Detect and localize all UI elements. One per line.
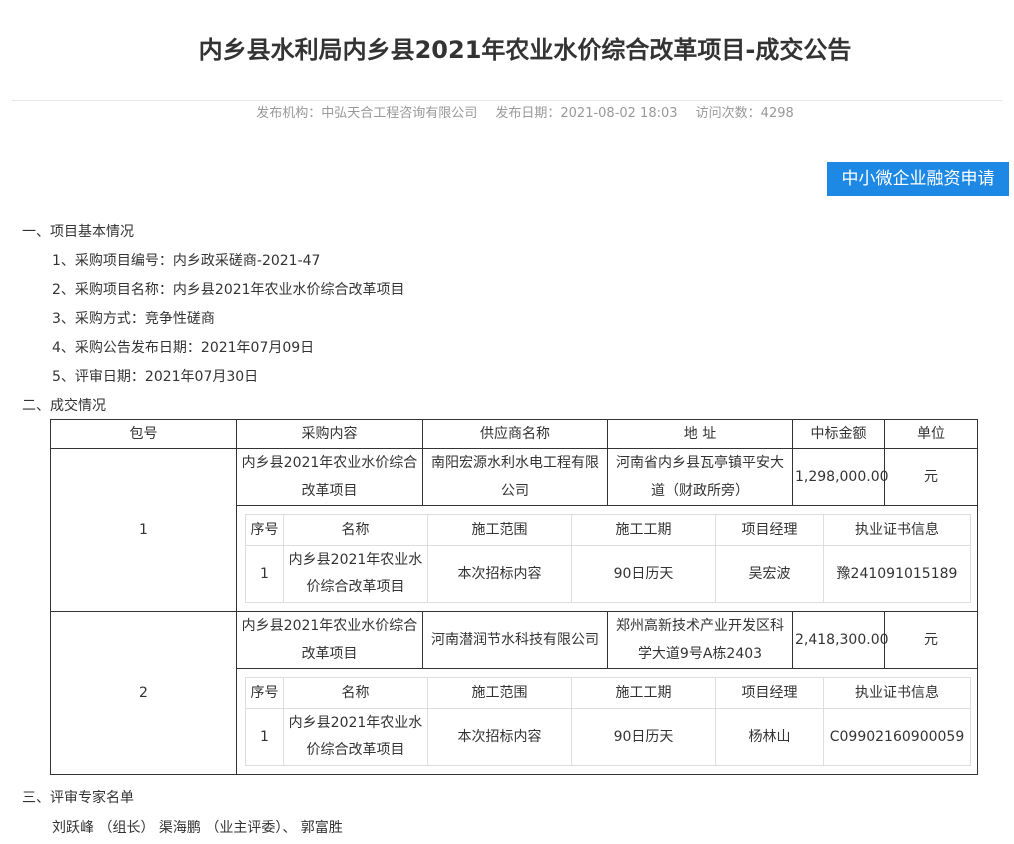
detail-name: 内乡县2021年农业水价综合改革项目 [283,545,428,603]
section3-heading: 三、评审专家名单 [22,790,134,806]
detail-header: 序号 名称 施工范围 施工工期 项目经理 执业证书信息 [245,514,971,546]
meta-info: 发布机构：中弘天合工程咨询有限公司 发布日期：2021-08-02 18:03 … [0,102,1014,121]
detail-name: 内乡县2021年农业水价综合改革项目 [283,708,428,766]
detail-header-manager: 项目经理 [715,514,824,546]
page-title: 内乡县水利局内乡县2021年农业水价综合改革项目-成交公告 [198,36,852,64]
detail-header-manager: 项目经理 [715,677,824,709]
package-address: 河南省内乡县瓦亭镇平安大道（财政所旁） [607,448,793,506]
detail-header-name: 名称 [283,514,428,546]
detail-header-name: 名称 [283,677,428,709]
header-unit: 单位 [884,419,978,449]
meta-visits: 访问次数：4298 [695,106,794,121]
detail-seq: 1 [245,708,284,766]
title-divider [12,100,1002,101]
award-table: 包号 采购内容 供应商名称 地 址 中标金额 单位 1 内乡县2021年农业水价… [50,419,978,775]
package-detail-cell: 序号 名称 施工范围 施工工期 项目经理 执业证书信息 1 内乡县2021年农业… [236,505,978,612]
detail-header-seq: 序号 [245,677,284,709]
package-unit: 元 [884,448,978,506]
detail-manager: 杨林山 [715,708,824,766]
detail-period: 90日历天 [571,708,716,766]
detail-period: 90日历天 [571,545,716,603]
package-amount: 2,418,300.00 [792,611,889,669]
detail-row: 1 内乡县2021年农业水价综合改革项目 本次招标内容 90日历天 吴宏波 豫2… [245,545,971,603]
section2-heading: 二、成交情况 [22,398,106,414]
meta-publisher: 发布机构：中弘天合工程咨询有限公司 [256,106,478,121]
section1-heading: 一、项目基本情况 [22,224,134,240]
package-content: 内乡县2021年农业水价综合改革项目 [236,611,423,669]
detail-manager: 吴宏波 [715,545,824,603]
package-detail-table: 序号 名称 施工范围 施工工期 项目经理 执业证书信息 1 内乡县2021年农业… [245,514,971,603]
header-amount: 中标金额 [792,419,885,449]
detail-row: 1 内乡县2021年农业水价综合改革项目 本次招标内容 90日历天 杨林山 C0… [245,708,971,766]
detail-cert: C09902160900059 [823,708,971,766]
header-package: 包号 [50,419,237,449]
header-address: 地 址 [607,419,793,449]
announcement-date: 4、采购公告发布日期：2021年07月09日 [52,340,315,356]
review-date: 5、评审日期：2021年07月30日 [52,369,259,385]
detail-header-cert: 执业证书信息 [823,514,971,546]
detail-header-cert: 执业证书信息 [823,677,971,709]
package-no: 1 [50,448,237,612]
package-detail-table: 序号 名称 施工范围 施工工期 项目经理 执业证书信息 1 内乡县2021年农业… [245,677,971,766]
package-supplier: 南阳宏源水利水电工程有限公司 [422,448,608,506]
award-table-header: 包号 采购内容 供应商名称 地 址 中标金额 单位 [50,419,978,449]
expert-list: 刘跃峰 （组长） 渠海鹏 （业主评委）、 郭富胜 [52,820,343,836]
detail-scope: 本次招标内容 [427,545,572,603]
header-content: 采购内容 [236,419,423,449]
package-content: 内乡县2021年农业水价综合改革项目 [236,448,423,506]
project-name: 2、采购项目名称：内乡县2021年农业水价综合改革项目 [52,282,405,298]
package-supplier: 河南潜润节水科技有限公司 [422,611,608,669]
package-row: 2 内乡县2021年农业水价综合改革项目 河南潜润节水科技有限公司 郑州高新技术… [50,611,978,775]
package-unit: 元 [884,611,978,669]
package-address: 郑州高新技术产业开发区科学大道9号A栋2403 [607,611,793,669]
detail-header-seq: 序号 [245,514,284,546]
detail-header: 序号 名称 施工范围 施工工期 项目经理 执业证书信息 [245,677,971,709]
detail-seq: 1 [245,545,284,603]
package-no: 2 [50,611,237,775]
procurement-method: 3、采购方式：竞争性磋商 [52,311,215,327]
package-row: 1 内乡县2021年农业水价综合改革项目 南阳宏源水利水电工程有限公司 河南省内… [50,448,978,612]
package-amount: 1,298,000.00 [792,448,889,506]
detail-header-period: 施工工期 [571,514,716,546]
project-code: 1、采购项目编号：内乡政采磋商-2021-47 [52,253,321,269]
detail-header-scope: 施工范围 [427,514,572,546]
finance-apply-button[interactable]: 中小微企业融资申请 [827,162,1009,196]
detail-header-scope: 施工范围 [427,677,572,709]
detail-header-period: 施工工期 [571,677,716,709]
package-detail-cell: 序号 名称 施工范围 施工工期 项目经理 执业证书信息 1 内乡县2021年农业… [236,668,978,775]
header-supplier: 供应商名称 [422,419,608,449]
meta-date: 发布日期：2021-08-02 18:03 [495,106,678,121]
detail-cert: 豫241091015189 [823,545,971,603]
detail-scope: 本次招标内容 [427,708,572,766]
